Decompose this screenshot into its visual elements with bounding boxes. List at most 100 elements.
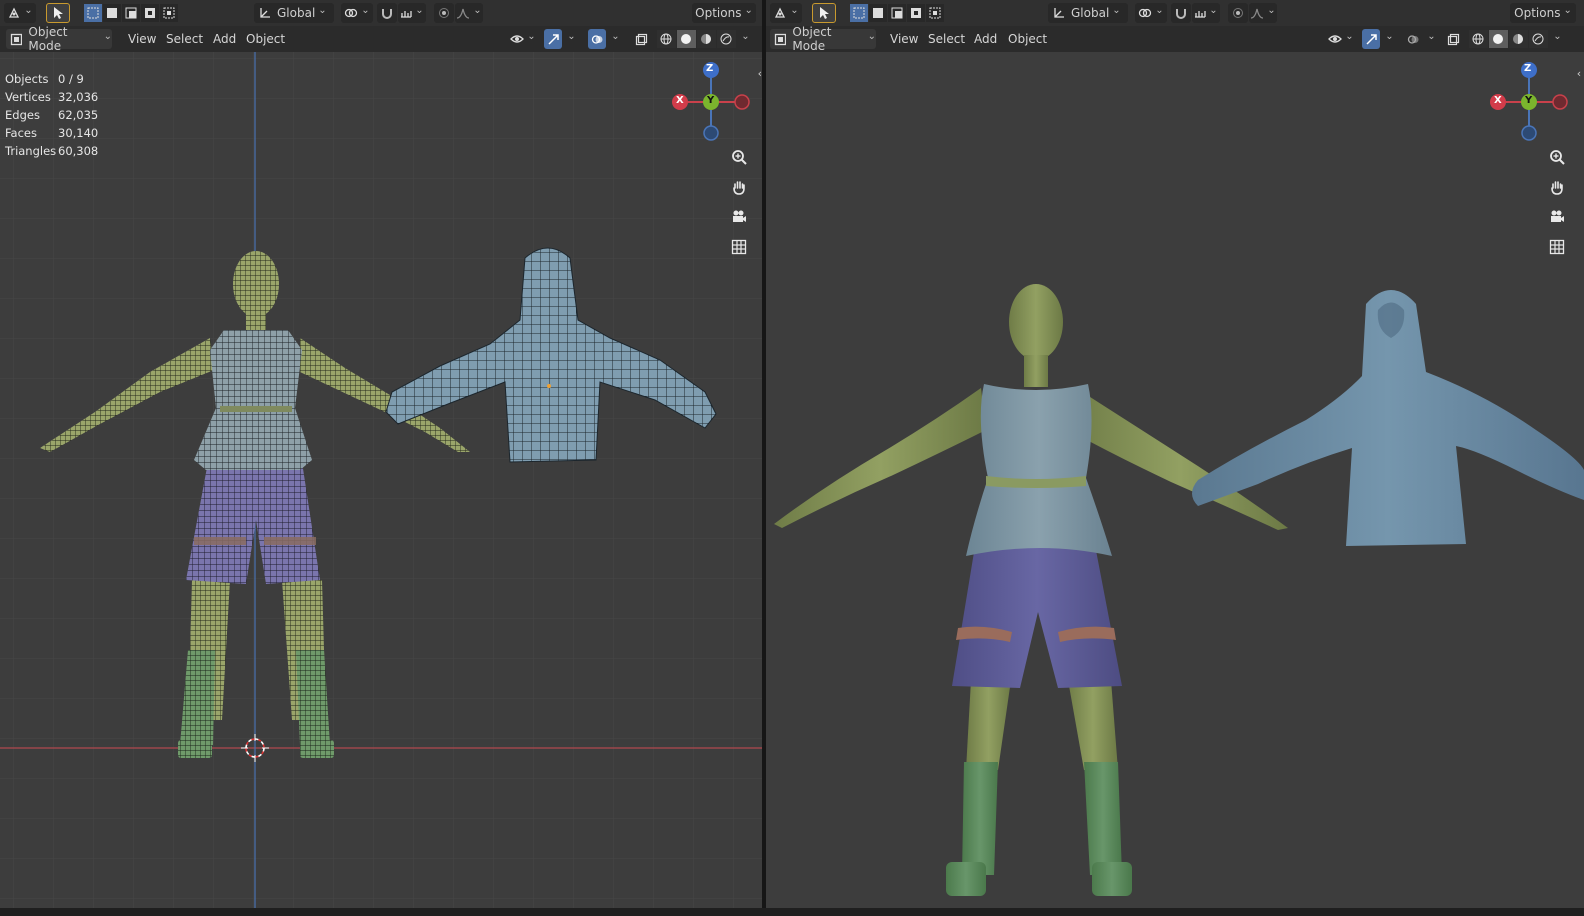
menu-add-right[interactable]: Add — [968, 29, 1003, 49]
right-viewport-header: Object Mode View Select Add Object — [766, 25, 1584, 53]
eye-icon — [510, 35, 525, 43]
snap-toggle-right[interactable] — [1171, 3, 1191, 23]
solid-shading-icon-right[interactable] — [1488, 30, 1508, 48]
mode-selector-dropdown[interactable]: Object Mode — [6, 25, 112, 53]
gizmo-dropdown-right[interactable] — [1381, 29, 1395, 49]
gizmo-y-label-right: Y — [1525, 95, 1533, 106]
select-subtract-icon-right[interactable] — [888, 4, 906, 22]
snap-target-dropdown-right[interactable] — [1192, 3, 1220, 23]
menu-object[interactable]: Object — [240, 29, 291, 49]
menu-object-right[interactable]: Object — [1002, 29, 1053, 49]
stat-objects: Objects 0 / 9 — [5, 72, 84, 86]
pan-hand-icon[interactable] — [727, 175, 751, 199]
shading-dropdown-right[interactable] — [1549, 29, 1563, 49]
shading-mode-group[interactable] — [656, 29, 736, 49]
overlays-toggle-right[interactable] — [1404, 29, 1422, 49]
status-bar-edge — [0, 908, 1584, 916]
select-extend-icon-right[interactable] — [869, 4, 887, 22]
menu-view[interactable]: View — [122, 29, 162, 49]
sidebar-toggle-icon[interactable]: ‹› — [755, 65, 762, 81]
pivot-point-dropdown-right[interactable] — [1135, 3, 1167, 23]
cursor-arrow-icon — [54, 7, 63, 19]
snap-toggle[interactable] — [377, 3, 397, 23]
xray-icon — [635, 33, 647, 45]
overlays-dropdown[interactable] — [607, 29, 621, 49]
gizmo-x-label-right: X — [1494, 95, 1502, 106]
wireframe-shading-icon[interactable] — [656, 30, 676, 48]
camera-view-icon[interactable] — [727, 205, 751, 229]
selection-mode-group[interactable] — [84, 3, 178, 23]
stat-triangles: Triangles 60,308 — [5, 144, 99, 158]
menu-view-right[interactable]: View — [884, 29, 924, 49]
gizmo-neg-x-axis — [734, 94, 750, 110]
ortho-grid-icon-right[interactable] — [1545, 235, 1569, 259]
material-shading-icon-right[interactable] — [1508, 30, 1528, 48]
select-invert-icon[interactable] — [141, 4, 159, 22]
transform-orientation-dropdown[interactable]: Global — [254, 3, 334, 23]
orientation-axis-icon-right — [1054, 8, 1064, 18]
select-tool-button-right[interactable] — [812, 3, 836, 23]
shading-mode-group-right[interactable] — [1468, 29, 1548, 49]
menu-select-right[interactable]: Select — [922, 29, 971, 49]
overlays-dropdown-right[interactable] — [1423, 29, 1437, 49]
right-viewport-canvas[interactable] — [766, 0, 1584, 908]
sidebar-toggle-icon-right[interactable]: ‹ — [1572, 65, 1584, 81]
select-invert-icon-right[interactable] — [907, 4, 925, 22]
transform-orientation-dropdown-right[interactable]: Global — [1048, 3, 1128, 23]
visibility-dropdown[interactable] — [508, 29, 538, 49]
right-3d-viewport[interactable]: Z X Y ‹ ⌄ Global ⌄ ⌄ ⌄ ⌄ Options ⌄ Objec… — [766, 0, 1584, 908]
stat-faces: Faces 30,140 — [5, 126, 99, 140]
material-shading-icon[interactable] — [696, 30, 716, 48]
select-tool-button[interactable] — [46, 3, 70, 23]
select-intersect-icon-right[interactable] — [926, 4, 944, 22]
select-subtract-icon[interactable] — [122, 4, 140, 22]
xray-toggle[interactable] — [632, 29, 650, 49]
snap-target-dropdown[interactable] — [398, 3, 426, 23]
editor-type-button[interactable] — [4, 3, 36, 23]
zoom-icon-right[interactable] — [1545, 145, 1569, 169]
options-dropdown[interactable]: Options — [692, 3, 756, 23]
falloff-dropdown-right[interactable] — [1249, 3, 1277, 23]
zoom-icon[interactable] — [727, 145, 751, 169]
gizmo-toggle[interactable] — [544, 29, 562, 49]
gizmo-arrow-icon-right — [1365, 33, 1377, 45]
select-new-icon[interactable] — [84, 4, 102, 22]
pan-hand-icon-right[interactable] — [1545, 175, 1569, 199]
pivot-point-dropdown[interactable] — [341, 3, 373, 23]
gizmo-z-label-right: Z — [1524, 63, 1532, 74]
menu-select[interactable]: Select — [160, 29, 209, 49]
eye-icon-right — [1328, 35, 1343, 43]
options-dropdown-right[interactable]: Options — [1510, 3, 1576, 23]
visibility-dropdown-right[interactable] — [1326, 29, 1356, 49]
shading-dropdown[interactable] — [737, 29, 751, 49]
gizmo-dropdown[interactable] — [563, 29, 577, 49]
select-extend-icon[interactable] — [103, 4, 121, 22]
ortho-grid-icon[interactable] — [727, 235, 751, 259]
gizmo-neg-z-axis-right — [1521, 125, 1537, 141]
falloff-dropdown[interactable] — [455, 3, 483, 23]
solid-shading-icon[interactable] — [676, 30, 696, 48]
editor-type-button-right[interactable] — [770, 3, 802, 23]
select-intersect-icon[interactable] — [160, 4, 178, 22]
gizmo-x-label: X — [676, 95, 684, 106]
magnet-icon — [382, 9, 392, 19]
rendered-shading-icon-right[interactable] — [1528, 30, 1548, 48]
mode-selector-dropdown-right[interactable]: Object Mode — [770, 25, 876, 53]
proportional-editing-toggle-right[interactable] — [1228, 3, 1248, 23]
camera-view-icon-right[interactable] — [1545, 205, 1569, 229]
stat-vertices: Vertices 32,036 — [5, 90, 99, 104]
magnet-icon-right — [1176, 9, 1186, 19]
select-new-icon-right[interactable] — [850, 4, 868, 22]
rendered-shading-icon[interactable] — [716, 30, 736, 48]
selection-mode-group-right[interactable] — [850, 3, 944, 23]
proportional-editing-toggle[interactable] — [434, 3, 454, 23]
scene-statistics: Objects 0 / 9 Vertices 32,036 Edges 62,035 … — [5, 70, 98, 160]
wireframe-shading-icon-right[interactable] — [1468, 30, 1488, 48]
menu-add[interactable]: Add — [207, 29, 242, 49]
overlays-toggle[interactable] — [588, 29, 606, 49]
gizmo-toggle-right[interactable] — [1362, 29, 1380, 49]
gizmo-neg-z-axis — [703, 125, 719, 141]
left-viewport-canvas[interactable] — [0, 0, 762, 908]
xray-toggle-right[interactable] — [1444, 29, 1462, 49]
left-3d-viewport[interactable]: Z X Y ‹› Objects0 / 9 Vertices32,036 Edg… — [0, 0, 762, 908]
